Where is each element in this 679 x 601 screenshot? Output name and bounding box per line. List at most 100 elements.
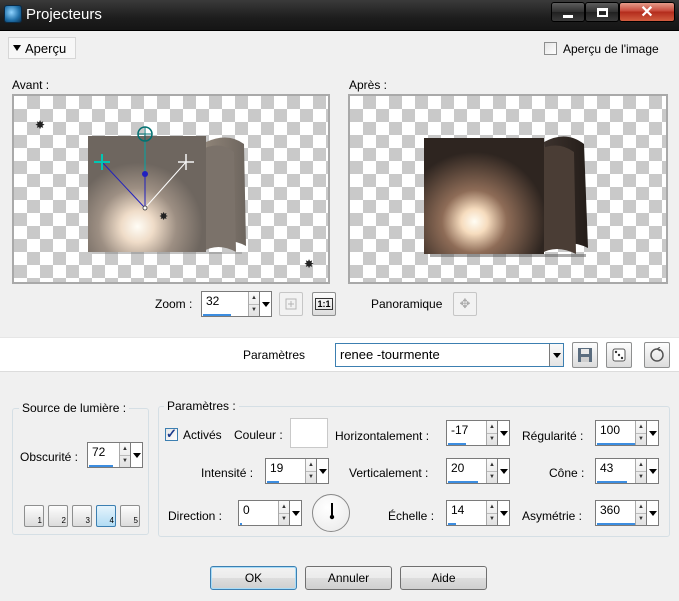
arrow-down-icon[interactable]: ▼ [249,303,259,317]
zoom-stepper[interactable]: 32 ▲ ▼ [201,291,272,317]
window-title: Projecteurs [26,6,102,23]
dial-needle-icon [329,503,335,520]
zoom-dropdown[interactable] [259,292,271,316]
light-5-button[interactable]: 5 [120,505,140,527]
arrow-down-icon[interactable]: ▼ [636,432,646,446]
cancel-button[interactable]: Annuler [305,566,392,590]
minimize-button[interactable] [551,2,585,22]
enabled-label: Activés [183,428,222,442]
darkness-stepper[interactable]: 72 ▲ ▼ [87,442,143,468]
cone-stepper[interactable]: 43 ▲ ▼ [595,458,659,484]
arrow-up-icon[interactable]: ▲ [487,501,497,513]
darkness-dropdown[interactable] [130,443,142,467]
vertical-stepper[interactable]: 20 ▲ ▼ [446,458,510,484]
regularity-dropdown[interactable] [646,421,658,445]
intensity-stepper[interactable]: 19 ▲ ▼ [265,458,329,484]
arrow-down-icon[interactable]: ▼ [487,470,497,484]
direction-value: 0 [243,503,250,517]
intensity-dropdown[interactable] [316,459,328,483]
image-preview-checkbox[interactable] [544,42,557,55]
presets-value: renee -tourmente [340,347,440,362]
title-bar: Projecteurs ✕ [0,0,679,31]
chevron-down-icon [291,510,300,516]
after-label: Après : [349,78,388,92]
arrow-up-icon[interactable]: ▲ [487,459,497,471]
chevron-down-icon [648,468,657,474]
horizontal-stepper[interactable]: -17 ▲ ▼ [446,420,510,446]
regularity-stepper[interactable]: 100 ▲ ▼ [595,420,659,446]
chevron-down-icon [499,510,508,516]
arrow-down-icon[interactable]: ▼ [306,470,316,484]
minimize-icon [563,14,573,18]
arrow-up-icon[interactable]: ▲ [249,292,259,304]
reset-preset-button[interactable] [644,342,670,368]
arrow-down-icon[interactable]: ▼ [487,432,497,446]
light-2-button[interactable]: 2 [48,505,68,527]
enabled-checkbox[interactable] [165,426,178,442]
vertical-dropdown[interactable] [497,459,509,483]
svg-text:✸: ✸ [159,210,168,223]
intensity-label: Intensité : [201,466,254,480]
chevron-down-icon [132,452,141,458]
presets-label: Paramètres [243,348,306,362]
arrow-down-icon[interactable]: ▼ [636,470,646,484]
light-handles[interactable]: ✸ ✸ ✸ [14,96,330,284]
arrow-up-icon[interactable]: ▲ [636,421,646,433]
arrow-up-icon[interactable]: ▲ [120,443,130,455]
reset-icon [650,347,664,362]
scale-dropdown[interactable] [497,501,509,525]
svg-text:✸: ✸ [304,257,314,271]
cone-label: Cône : [549,466,585,480]
before-label: Avant : [12,78,50,92]
intensity-value: 19 [270,461,284,475]
arrow-down-icon[interactable]: ▼ [487,512,497,526]
zoom-fit-button[interactable] [279,292,303,316]
light-4-button[interactable]: 4 [96,505,116,527]
darkness-label: Obscurité : [20,450,79,464]
scale-stepper[interactable]: 14 ▲ ▼ [446,500,510,526]
horizontal-dropdown[interactable] [497,421,509,445]
light-1-button[interactable]: 1 [24,505,44,527]
horizontal-value: -17 [451,423,469,437]
direction-stepper[interactable]: 0 ▲ ▼ [238,500,302,526]
chevron-down-icon [261,301,270,307]
color-swatch[interactable] [290,418,328,448]
help-button[interactable]: Aide [400,566,487,590]
arrow-up-icon[interactable]: ▲ [279,501,289,513]
app-icon [4,5,22,23]
asymmetry-stepper[interactable]: 360 ▲ ▼ [595,500,659,526]
arrow-down-icon[interactable]: ▼ [120,454,130,468]
random-preset-button[interactable] [606,342,632,368]
chevron-down-icon [648,430,657,436]
chevron-down-icon [552,352,561,358]
arrow-down-icon[interactable]: ▼ [636,512,646,526]
preview-toggle-label: Aperçu [25,40,67,56]
close-button[interactable]: ✕ [619,2,675,22]
actual-size-button[interactable]: 1:1 [312,292,336,316]
arrow-up-icon[interactable]: ▲ [636,459,646,471]
light-3-button[interactable]: 3 [72,505,92,527]
cone-dropdown[interactable] [646,459,658,483]
chevron-down-icon [13,45,21,51]
regularity-value: 100 [600,423,621,437]
maximize-button[interactable] [585,2,619,22]
asymmetry-dropdown[interactable] [646,501,658,525]
close-icon: ✕ [640,4,654,21]
pan-button[interactable]: ✥ [453,292,477,316]
arrow-up-icon[interactable]: ▲ [487,421,497,433]
before-preview[interactable]: ✸ ✸ ✸ [12,94,330,284]
after-image [424,136,588,257]
pan-label: Panoramique [371,297,443,311]
presets-dropdown[interactable]: renee -tourmente [335,343,564,367]
ok-button[interactable]: OK [210,566,297,590]
arrow-up-icon[interactable]: ▲ [306,459,316,471]
regularity-label: Régularité : [522,429,584,443]
save-preset-button[interactable] [572,342,598,368]
after-preview [348,94,668,284]
preview-toggle[interactable]: Aperçu [8,37,76,59]
dice-icon [612,348,626,362]
arrow-down-icon[interactable]: ▼ [279,512,289,526]
arrow-up-icon[interactable]: ▲ [636,501,646,513]
direction-dial[interactable] [312,494,350,532]
direction-dropdown[interactable] [289,501,301,525]
